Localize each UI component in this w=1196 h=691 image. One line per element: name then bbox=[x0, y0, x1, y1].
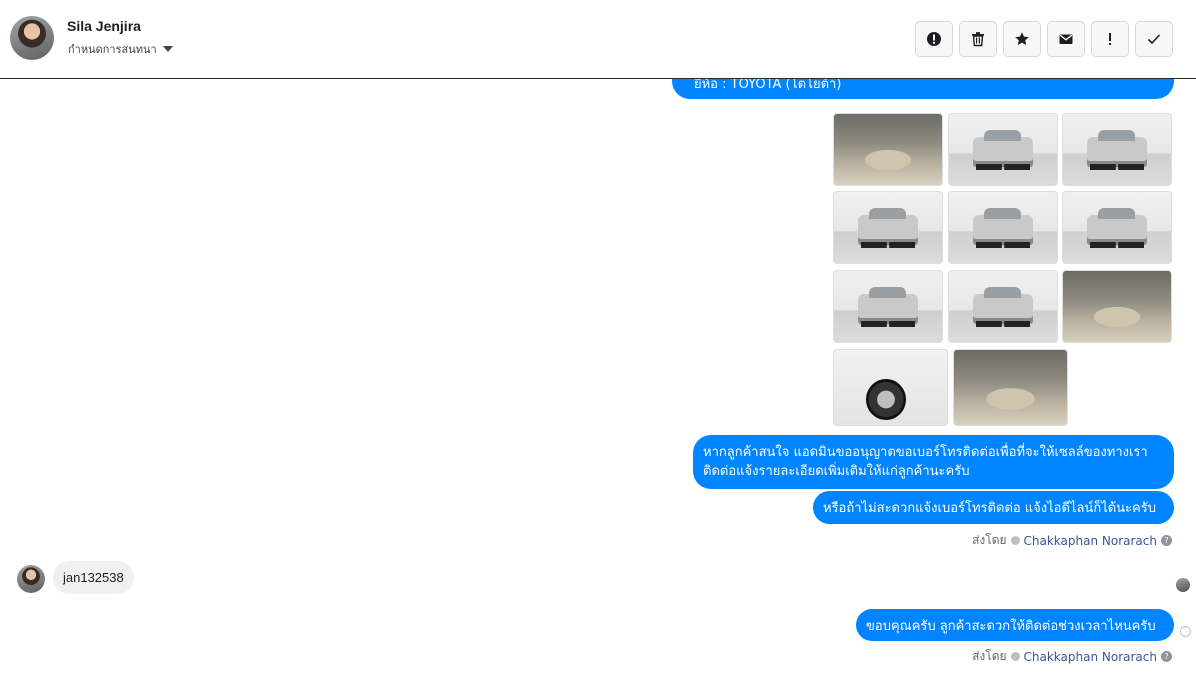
photo-attachment[interactable] bbox=[948, 191, 1058, 264]
mark-unread-button[interactable] bbox=[1047, 21, 1085, 57]
star-button[interactable] bbox=[1003, 21, 1041, 57]
sent-by-info: ส่งโดย Chakkaphan Norarach ? bbox=[972, 531, 1172, 550]
conversation-settings-dropdown[interactable]: กำหนดการสนทนา bbox=[68, 40, 173, 58]
delivered-icon bbox=[1180, 626, 1191, 637]
photo-attachment[interactable] bbox=[948, 270, 1058, 343]
contact-avatar[interactable] bbox=[10, 16, 54, 60]
header-actions bbox=[915, 21, 1173, 57]
photo-attachment[interactable] bbox=[833, 349, 948, 426]
seen-avatar-icon bbox=[1176, 578, 1190, 592]
follow-up-button[interactable] bbox=[1091, 21, 1129, 57]
photo-attachment[interactable] bbox=[833, 113, 943, 186]
message-text: jan132538 bbox=[63, 570, 124, 585]
sent-by-label: ส่งโดย bbox=[972, 649, 1007, 663]
outgoing-message-bubble[interactable]: ยี่ห้อ : TOYOTA (โตโยต้า) bbox=[672, 79, 1174, 99]
conversation-settings-label: กำหนดการสนทนา bbox=[68, 43, 157, 56]
mark-spam-button[interactable] bbox=[915, 21, 953, 57]
message-text: หรือถ้าไม่สะดวกแจ้งเบอร์โทรติดต่อ แจ้งไอ… bbox=[823, 501, 1156, 516]
message-text: หากลูกค้าสนใจ แอดมินขออนุญาตขอเบอร์โทรติ… bbox=[703, 445, 1148, 479]
envelope-icon bbox=[1059, 34, 1073, 44]
outgoing-message-bubble[interactable]: หรือถ้าไม่สะดวกแจ้งเบอร์โทรติดต่อ แจ้งไอ… bbox=[813, 491, 1174, 524]
help-icon[interactable]: ? bbox=[1161, 651, 1172, 662]
photo-attachment[interactable] bbox=[1062, 270, 1172, 343]
exclamation-icon bbox=[1109, 33, 1111, 45]
photo-attachment[interactable] bbox=[833, 191, 943, 264]
photo-attachment[interactable] bbox=[953, 349, 1068, 426]
contact-name[interactable]: Sila Jenjira bbox=[67, 18, 141, 34]
sender-name-link[interactable]: Chakkaphan Norarach bbox=[1024, 650, 1157, 664]
outgoing-message-bubble[interactable]: หากลูกค้าสนใจ แอดมินขออนุญาตขอเบอร์โทรติ… bbox=[693, 435, 1174, 489]
incoming-message-bubble[interactable]: jan132538 bbox=[53, 561, 134, 594]
verified-icon bbox=[1010, 652, 1020, 661]
customer-avatar[interactable] bbox=[17, 565, 45, 593]
delete-button[interactable] bbox=[959, 21, 997, 57]
sent-by-info: ส่งโดย Chakkaphan Norarach ? bbox=[972, 647, 1172, 666]
photo-attachment[interactable] bbox=[833, 270, 943, 343]
sender-name-link[interactable]: Chakkaphan Norarach bbox=[1024, 534, 1157, 548]
check-icon bbox=[1147, 34, 1161, 45]
help-icon[interactable]: ? bbox=[1161, 535, 1172, 546]
trash-icon bbox=[972, 32, 984, 47]
caret-down-icon bbox=[162, 46, 173, 52]
sent-by-label: ส่งโดย bbox=[972, 533, 1007, 547]
photo-attachment[interactable] bbox=[948, 113, 1058, 186]
star-icon bbox=[1015, 32, 1029, 45]
outgoing-message-bubble[interactable]: ขอบคุณครับ ลูกค้าสะดวกให้ติดต่อช่วงเวลาไ… bbox=[856, 609, 1174, 641]
alert-circle-icon bbox=[927, 32, 941, 46]
message-text: ขอบคุณครับ ลูกค้าสะดวกให้ติดต่อช่วงเวลาไ… bbox=[866, 619, 1156, 634]
photo-attachment[interactable] bbox=[1062, 113, 1172, 186]
photo-attachment[interactable] bbox=[1062, 191, 1172, 264]
message-thread[interactable]: ยี่ห้อ : TOYOTA (โตโยต้า) หากลูกค้าสนใจ … bbox=[0, 79, 1196, 691]
verified-icon bbox=[1010, 536, 1020, 545]
message-text: ยี่ห้อ : TOYOTA (โตโยต้า) bbox=[694, 79, 842, 92]
mark-done-button[interactable] bbox=[1135, 21, 1173, 57]
conversation-header: Sila Jenjira กำหนดการสนทนา bbox=[0, 0, 1196, 79]
